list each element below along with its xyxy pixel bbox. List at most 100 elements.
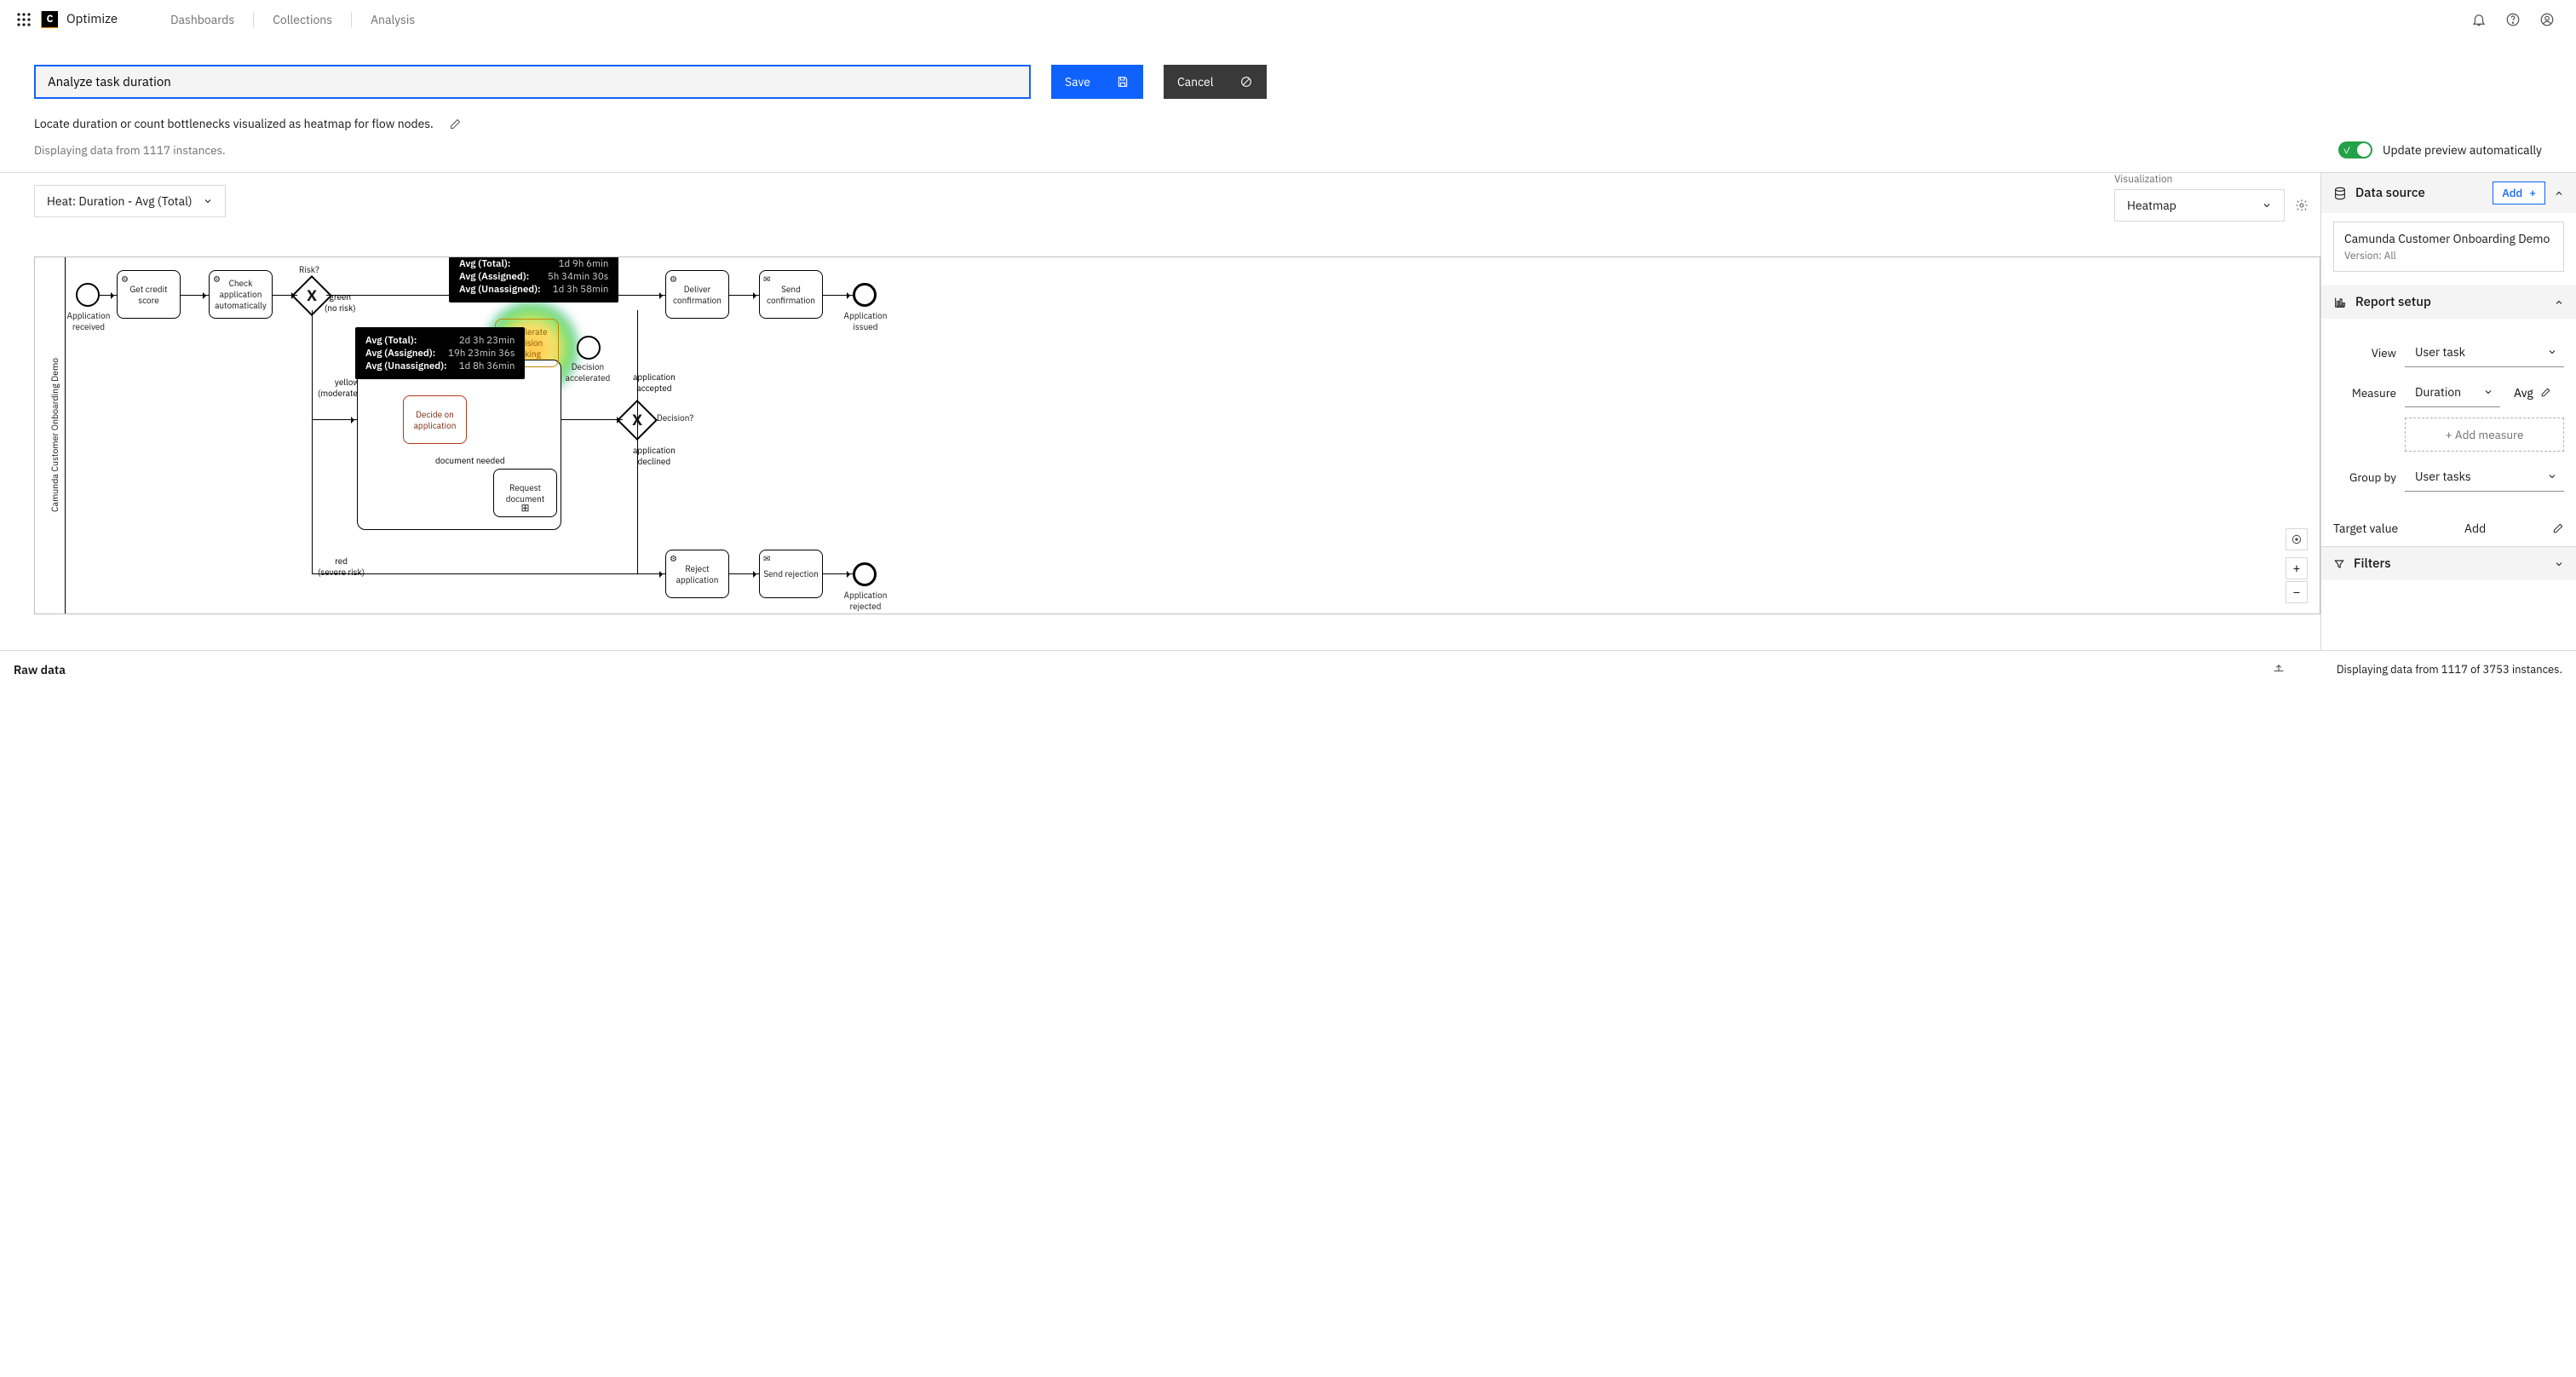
nav-collections[interactable]: Collections <box>253 12 351 27</box>
envelope-icon: ✉ <box>763 274 770 285</box>
filter-icon <box>2333 558 2345 570</box>
app-launcher-icon[interactable] <box>12 13 36 26</box>
workspace: Heat: Duration - Avg (Total) Visualizati… <box>0 173 2576 650</box>
gear-icon: ⚙ <box>213 274 221 285</box>
flow-arrow <box>100 295 117 296</box>
task-send-rejection[interactable]: ✉Send rejection <box>759 550 823 598</box>
visualization-value: Heatmap <box>2127 198 2176 213</box>
group-by-select[interactable]: User tasks <box>2405 462 2564 492</box>
save-button[interactable]: Save <box>1051 65 1143 99</box>
view-select[interactable]: User task <box>2405 337 2564 367</box>
flow-arrow <box>729 295 759 296</box>
gateway-decision-label: Decision? <box>657 412 693 423</box>
instances-info: Displaying data from 1117 instances. <box>34 142 226 158</box>
measure-select[interactable]: Duration <box>2405 377 2500 407</box>
check-icon: ✓ <box>2343 145 2351 157</box>
flow-arrow <box>823 573 853 574</box>
report-setup-title: Report setup <box>2355 294 2545 310</box>
flow-arrow <box>181 295 209 296</box>
measure-label: Measure <box>2333 385 2396 400</box>
user-avatar-icon[interactable] <box>2530 12 2564 27</box>
report-description: Locate duration or count bottlenecks vis… <box>34 116 434 131</box>
report-setup-body: View User task Measure Duration Avg <box>2321 319 2576 510</box>
filters-header[interactable]: Filters <box>2321 546 2576 580</box>
flow-arrow <box>312 310 313 574</box>
chevron-down-icon <box>2483 387 2493 397</box>
recenter-icon[interactable] <box>2286 528 2308 550</box>
zoom-out-button[interactable]: − <box>2286 581 2308 603</box>
event-decision-accelerated-label: Decision accelerated <box>558 361 618 383</box>
chevron-down-icon <box>2262 200 2272 210</box>
data-source-card[interactable]: Camunda Customer Onboarding Demo Version… <box>2333 222 2564 272</box>
auto-preview-label: Update preview automatically <box>2383 142 2542 158</box>
auto-preview-toggle[interactable]: ✓ <box>2338 141 2372 158</box>
chevron-up-icon[interactable] <box>2554 297 2564 308</box>
gateway-risk-label: Risk? <box>299 264 319 275</box>
aggregation-button[interactable]: Avg <box>2509 384 2556 401</box>
report-setup-header[interactable]: Report setup <box>2321 285 2576 319</box>
save-label: Save <box>1065 74 1090 89</box>
edge-accepted: application accepted <box>633 372 676 394</box>
notifications-icon[interactable] <box>2462 12 2496 27</box>
end-event-rejected[interactable] <box>853 562 877 586</box>
data-source-header[interactable]: Data source Add+ <box>2321 173 2576 213</box>
cancel-button[interactable]: Cancel <box>1164 65 1267 99</box>
task-request-document[interactable]: Request document⊞ <box>493 469 557 517</box>
flow-arrow <box>561 419 623 420</box>
cancel-label: Cancel <box>1177 74 1214 89</box>
task-send-confirmation[interactable]: ✉Send confirmation <box>759 270 823 319</box>
edit-description-icon[interactable] <box>449 118 462 130</box>
chart-icon <box>2333 296 2347 309</box>
flow-arrow <box>637 310 638 574</box>
raw-data-toggle[interactable]: Raw data <box>14 662 66 677</box>
edge-declined: application declined <box>633 445 676 467</box>
nav-analysis[interactable]: Analysis <box>351 12 434 27</box>
end-event-issued-label: Application issued <box>836 310 895 332</box>
chevron-up-icon[interactable] <box>2554 188 2564 199</box>
save-icon <box>1116 75 1130 89</box>
visualization-settings-icon[interactable] <box>2295 199 2309 212</box>
target-value-add[interactable]: Add <box>2464 521 2486 536</box>
filters-title: Filters <box>2354 556 2545 572</box>
database-icon <box>2333 187 2347 200</box>
end-event-issued[interactable] <box>853 283 877 307</box>
visualization-select[interactable]: Heatmap <box>2114 189 2285 222</box>
help-icon[interactable] <box>2496 12 2530 27</box>
data-source-name: Camunda Customer Onboarding Demo <box>2344 231 2553 246</box>
task-check-application[interactable]: ⚙Check application automatically <box>209 270 273 319</box>
expand-panel-icon[interactable] <box>2272 663 2286 677</box>
chevron-down-icon[interactable] <box>2554 559 2564 569</box>
gear-icon: ⚙ <box>670 553 677 564</box>
target-value-label: Target value <box>2333 521 2398 536</box>
flow-arrow <box>273 295 297 296</box>
add-data-source-button[interactable]: Add+ <box>2493 181 2545 205</box>
nav-dashboards[interactable]: Dashboards <box>152 12 253 27</box>
task-deliver-confirmation[interactable]: ⚙Deliver confirmation <box>665 270 729 319</box>
envelope-icon: ✉ <box>763 553 770 564</box>
heat-metric-select[interactable]: Heat: Duration - Avg (Total) <box>34 185 226 217</box>
flow-arrow <box>312 573 665 574</box>
logo-icon: C <box>41 11 58 28</box>
chevron-down-icon <box>2547 471 2557 481</box>
start-event[interactable] <box>76 283 100 307</box>
heat-metric-label: Heat: Duration - Avg (Total) <box>47 193 193 209</box>
task-reject-application[interactable]: ⚙Reject application <box>665 550 729 598</box>
zoom-in-button[interactable]: + <box>2286 557 2308 579</box>
pencil-icon[interactable] <box>2552 522 2564 534</box>
footer-status: Displaying data from 1117 of 3753 instan… <box>2337 662 2562 677</box>
task-decide-application[interactable]: Decide on application <box>403 395 467 444</box>
plus-icon: + <box>2529 186 2536 200</box>
view-label: View <box>2333 345 2396 360</box>
tooltip-decide: Avg (Total):2d 3h 23min Avg (Assigned):1… <box>355 327 525 379</box>
task-credit-score[interactable]: ⚙Get credit score <box>117 270 181 319</box>
add-measure-button[interactable]: + Add measure <box>2405 418 2564 452</box>
main-nav: Dashboards Collections Analysis <box>152 12 434 27</box>
topbar: C Optimize Dashboards Collections Analys… <box>0 0 2576 39</box>
data-source-title: Data source <box>2355 185 2484 201</box>
target-value-row: Target value Add <box>2321 510 2576 546</box>
report-title-input[interactable] <box>34 65 1031 99</box>
gear-icon: ⚙ <box>121 274 129 285</box>
bpmn-diagram[interactable]: Camunda Customer Onboarding Demo Applica… <box>34 256 2320 614</box>
event-decision-accelerated[interactable] <box>577 336 601 360</box>
footer: Raw data Displaying data from 1117 of 37… <box>0 650 2576 688</box>
